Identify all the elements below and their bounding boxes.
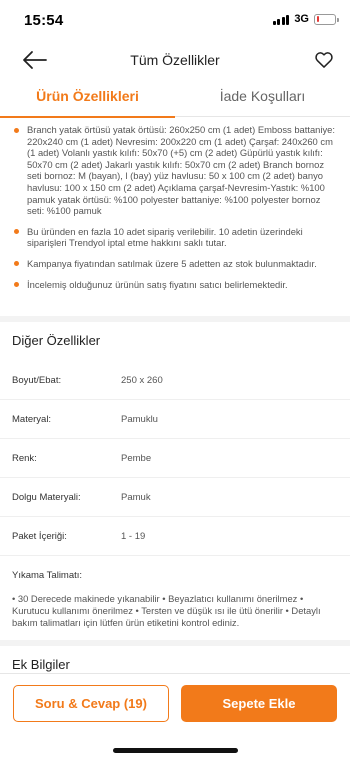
washing-instructions-label: Yıkama Talimatı: [12,570,83,581]
question-answer-button[interactable]: Soru & Cevap (19) [13,685,169,722]
bullet-text: Kampanya fiyatından satılmak üzere 5 ade… [27,257,317,269]
spec-value: Pembe [121,453,152,464]
heart-icon [315,52,333,68]
other-features-title: Diğer Özellikler [12,333,101,348]
spec-label: Materyal: [12,414,52,425]
bullet-text: Branch yatak örtüsü yatak örtüsü: 260x25… [27,124,335,217]
signal-icon [272,14,290,25]
bullet-dot-icon [14,282,19,288]
section-divider [0,640,350,646]
tab-bar: Ürün Özellikleri İade Koşulları [0,80,350,118]
bullet-text: İncelemiş olduğunuz ürünün satış fiyatın… [27,278,288,290]
battery-icon [314,13,339,25]
spec-label: Boyut/Ebat: [12,375,62,386]
add-to-cart-button[interactable]: Sepete Ekle [181,685,337,722]
spec-row-package: Paket İçeriği: 1 - 19 [0,517,350,556]
spec-row-size: Boyut/Ebat: 250 x 260 [0,361,350,400]
favorite-button[interactable] [314,50,334,70]
spec-row-color: Renk: Pembe [0,439,350,478]
spec-label: Dolgu Materyali: [12,492,81,503]
spec-label: Paket İçeriği: [12,531,67,542]
spec-value: 1 - 19 [121,531,146,542]
status-indicators: 3G [272,13,339,25]
spec-row-filling: Dolgu Materyali: Pamuk [0,478,350,517]
nav-header: Tüm Özellikler [0,40,350,80]
tab-return-conditions[interactable]: İade Koşulları [175,80,350,117]
list-item: İncelemiş olduğunuz ürünün satış fiyatın… [12,279,338,291]
feature-bullet-list: Branch yatak örtüsü yatak örtüsü: 260x25… [0,124,350,299]
spec-row-material: Materyal: Pamuklu [0,400,350,439]
spec-value: 250 x 260 [121,375,163,386]
list-item: Bu üründen en fazla 10 adet sipariş veri… [12,226,338,249]
status-bar: 15:54 3G [0,0,350,40]
list-item: Branch yatak örtüsü yatak örtüsü: 260x25… [12,124,338,217]
battery-level [316,16,320,22]
bullet-dot-icon [14,127,19,133]
page-title: Tüm Özellikler [130,52,220,68]
bullet-dot-icon [14,261,19,267]
home-indicator[interactable] [113,748,238,753]
bottom-action-bar: Soru & Cevap (19) Sepete Ekle [0,673,350,757]
bullet-dot-icon [14,229,19,235]
status-time: 15:54 [24,12,64,29]
spec-value: Pamuklu [121,414,158,425]
bullet-text: Bu üründen en fazla 10 adet sipariş veri… [27,225,303,249]
spec-label: Renk: [12,453,37,464]
section-divider [0,316,350,322]
spec-value: Pamuk [121,492,151,503]
tab-product-features[interactable]: Ürün Özellikleri [0,80,175,118]
list-item: Kampanya fiyatından satılmak üzere 5 ade… [12,258,338,270]
extra-info-title: Ek Bilgiler [12,657,70,672]
network-type: 3G [294,13,309,25]
washing-instructions-text: • 30 Derecede makinede yıkanabilir • Bey… [12,593,321,628]
